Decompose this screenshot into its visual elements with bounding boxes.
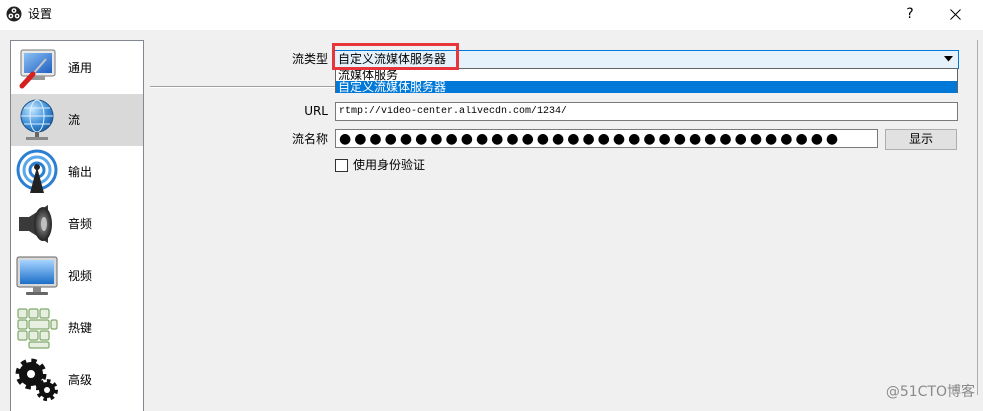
sidebar-item-label: 通用	[68, 61, 93, 75]
keyboard-icon	[17, 308, 58, 349]
stream-key-label: 流名称	[291, 132, 328, 146]
monitor-icon	[16, 256, 58, 295]
chevron-down-icon	[944, 56, 953, 62]
sidebar-item-advanced[interactable]: 高级	[11, 354, 143, 406]
url-input[interactable]	[335, 102, 958, 121]
sidebar-item-stream[interactable]: 流	[11, 94, 143, 146]
sidebar-item-output[interactable]: 输出	[11, 146, 143, 198]
settings-sidebar: 通用 流 输出 音频 视频 热键 高级	[10, 40, 144, 411]
sidebar-item-label: 热键	[68, 321, 93, 335]
window-title: 设置	[28, 7, 53, 21]
watermark: @51CTO博客	[885, 384, 975, 400]
sidebar-item-label: 音频	[68, 217, 93, 231]
settings-dialog: 设置 ? 通用 流 输出 音频 视频 热键 高级 流类型 自定义流媒体服务器 流…	[0, 0, 983, 411]
sidebar-item-label: 视频	[68, 269, 93, 283]
stream-type-label: 流类型	[291, 52, 328, 66]
stream-type-option-custom[interactable]: 自定义流媒体服务器	[336, 81, 957, 93]
close-icon	[949, 8, 961, 20]
use-auth-label: 使用身份验证	[353, 158, 426, 172]
stream-type-dropdown[interactable]: 自定义流媒体服务器	[333, 50, 959, 69]
sidebar-item-general[interactable]: 通用	[11, 42, 143, 94]
speaker-icon	[19, 205, 52, 243]
url-label: URL	[304, 104, 328, 118]
sidebar-item-label: 流	[68, 113, 81, 127]
sidebar-item-label: 输出	[68, 165, 93, 179]
sidebar-item-hotkeys[interactable]: 热键	[11, 302, 143, 354]
broadcast-icon	[16, 149, 58, 193]
sidebar-item-label: 高级	[68, 373, 93, 387]
sidebar-item-audio[interactable]: 音频	[11, 198, 143, 250]
sidebar-item-video[interactable]: 视频	[11, 250, 143, 302]
stream-key-input[interactable]	[335, 129, 878, 148]
stream-type-option-service[interactable]: 流媒体服务	[336, 69, 957, 81]
general-settings-icon	[19, 49, 56, 89]
use-auth-checkbox[interactable]	[335, 159, 348, 172]
obs-logo-icon	[6, 6, 22, 22]
globe-icon	[20, 99, 54, 140]
close-button[interactable]	[938, 0, 972, 28]
gears-icon	[15, 358, 58, 401]
stream-type-value: 自定义流媒体服务器	[338, 52, 447, 66]
stream-type-options-list: 流媒体服务 自定义流媒体服务器	[335, 68, 958, 93]
content-frame-border	[977, 40, 978, 395]
title-bar: 设置 ?	[0, 0, 983, 30]
show-key-button[interactable]: 显示	[885, 129, 957, 150]
help-button[interactable]: ?	[896, 0, 924, 28]
